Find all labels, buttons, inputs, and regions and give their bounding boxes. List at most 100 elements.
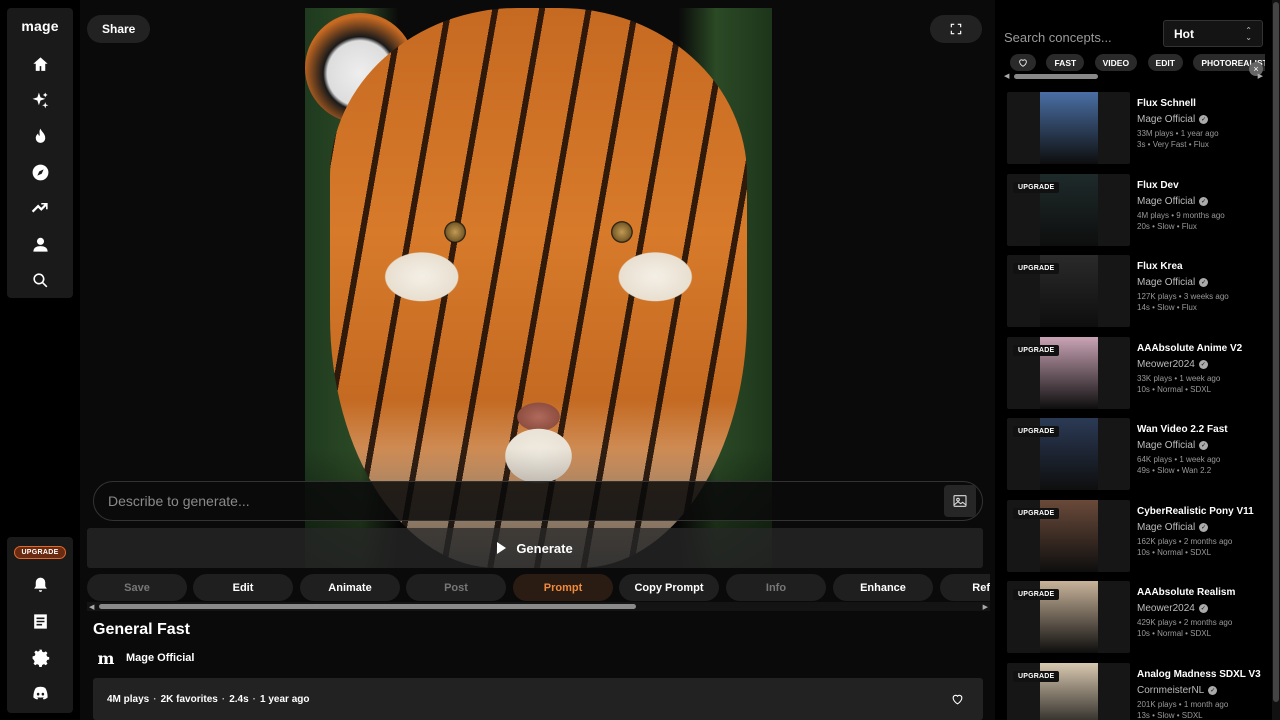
model-plays: 201K plays • 1 month ago (1137, 699, 1229, 709)
enhance-button[interactable]: Enhance (833, 574, 933, 601)
model-thumbnail[interactable]: UPGRADE (1007, 336, 1130, 409)
model-thumbnail[interactable]: UPGRADE (1007, 581, 1130, 653)
model-thumbnail[interactable]: UPGRADE (1007, 662, 1130, 720)
creator-row[interactable]: m Mage Official (96, 648, 195, 668)
sort-value: Hot (1174, 26, 1194, 41)
page-scrollbar[interactable] (1272, 0, 1280, 720)
info-button[interactable]: Info (726, 574, 826, 601)
chip-video[interactable]: VIDEO (1094, 54, 1138, 71)
model-author[interactable]: Mage Official (1137, 440, 1195, 451)
home-icon[interactable] (24, 48, 56, 80)
action-row: Save Edit Animate Post Prompt Copy Promp… (87, 574, 990, 602)
model-title[interactable]: AAAbsolute Anime V2 (1137, 343, 1272, 354)
scroll-left-arrow[interactable]: ◀ (89, 603, 94, 611)
upgrade-badge[interactable]: UPGRADE (14, 546, 66, 559)
model-meta: 13s • Slow • SDXL (1137, 710, 1203, 720)
concepts-panel: Hot ⌃⌄ FAST VIDEO EDIT PHOTOREALISTIC × … (995, 0, 1280, 720)
discord-icon[interactable] (24, 677, 56, 709)
model-thumbnail[interactable] (1007, 92, 1130, 164)
model-card[interactable]: UPGRADE AAAbsolute Anime V2 Meower2024 ✓ 33K… (1007, 336, 1272, 409)
model-card[interactable]: Flux Schnell Mage Official ✓ 33M plays • 1 … (1007, 92, 1269, 164)
document-icon[interactable] (24, 605, 56, 637)
model-meta: 14s • Slow • Flux (1137, 303, 1197, 312)
creator-logo: m (97, 648, 115, 668)
model-author[interactable]: CornmeisterNL (1137, 685, 1204, 696)
model-card[interactable]: UPGRADE Analog Madness SDXL V3 Cornmeister… (1007, 662, 1272, 720)
bell-icon[interactable] (24, 569, 56, 601)
model-author[interactable]: Mage Official (1137, 114, 1195, 125)
model-author[interactable]: Mage Official (1137, 196, 1195, 207)
chip-fast[interactable]: FAST (1046, 54, 1085, 71)
verified-icon: ✓ (1198, 359, 1208, 369)
model-card[interactable]: UPGRADE Wan Video 2.2 Fast Mage Official ✓ 6… (1007, 418, 1269, 490)
sidebar-secondary: UPGRADE (7, 537, 73, 713)
model-title[interactable]: AAAbsolute Realism (1137, 587, 1272, 598)
trending-icon[interactable] (24, 192, 56, 224)
action-scrollbar[interactable]: ◀ ▶ (87, 602, 990, 611)
gear-icon[interactable] (24, 641, 56, 673)
verified-icon: ✓ (1199, 278, 1209, 287)
favorite-button[interactable] (945, 687, 969, 711)
upgrade-tag: UPGRADE (1013, 670, 1060, 682)
ref-button[interactable]: Ref (940, 574, 990, 601)
search-icon[interactable] (24, 264, 56, 296)
chip-edit[interactable]: EDIT (1147, 54, 1183, 71)
flame-icon[interactable] (24, 120, 56, 152)
verified-icon: ✓ (1198, 604, 1208, 613)
model-title[interactable]: Flux Dev (1137, 180, 1272, 191)
post-button[interactable]: Post (406, 574, 506, 601)
upgrade-tag: UPGRADE (1013, 426, 1060, 437)
favorites-chip[interactable] (1010, 54, 1036, 71)
generate-button[interactable]: Generate (87, 528, 983, 568)
plays-count: 4M plays (107, 693, 150, 705)
user-icon[interactable] (24, 228, 56, 260)
model-card[interactable]: UPGRADE Flux Krea Mage Official ✓ 127K plays… (1007, 255, 1269, 327)
model-plays: 127K plays • 3 weeks ago (1137, 292, 1229, 301)
model-author[interactable]: Mage Official (1137, 522, 1195, 533)
model-stats: 4M plays · 2K favorites · 2.4s · 1 year … (93, 678, 983, 720)
model-title[interactable]: Analog Madness SDXL V3 (1137, 669, 1272, 680)
favorites-count: 2K favorites (160, 693, 218, 705)
animate-button[interactable]: Animate (300, 574, 400, 601)
generate-label: Generate (516, 540, 573, 556)
model-author[interactable]: Meower2024 (1137, 603, 1195, 614)
model-title[interactable]: Wan Video 2.2 Fast (1137, 424, 1272, 435)
share-button[interactable]: Share (87, 15, 151, 43)
model-plays: 33M plays • 1 year ago (1137, 129, 1219, 138)
sparkles-icon[interactable] (24, 84, 56, 116)
fullscreen-button[interactable] (930, 15, 982, 43)
prompt-button[interactable]: Prompt (513, 574, 613, 601)
model-card[interactable]: UPGRADE AAAbsolute Realism Meower2024 ✓ 429K… (1007, 581, 1269, 653)
verified-icon: ✓ (1199, 522, 1209, 532)
image-upload-button[interactable] (944, 485, 976, 517)
model-title[interactable]: Flux Krea (1137, 261, 1272, 272)
model-meta: 10s • Normal • SDXL (1137, 547, 1212, 557)
app-logo[interactable]: mage (21, 18, 58, 34)
model-meta: 20s • Slow • Flux (1137, 221, 1197, 231)
model-title[interactable]: Flux Schnell (1137, 98, 1272, 109)
model-title[interactable]: CyberRealistic Pony V11 (1137, 506, 1272, 517)
model-author[interactable]: Meower2024 (1137, 359, 1195, 370)
prompt-input[interactable] (108, 493, 944, 509)
save-button[interactable]: Save (87, 574, 187, 601)
verified-icon: ✓ (1208, 685, 1218, 695)
sort-select[interactable]: Hot ⌃ ⌄ (1163, 20, 1263, 47)
copy-prompt-button[interactable]: Copy Prompt (619, 574, 719, 601)
model-thumbnail[interactable]: UPGRADE (1007, 418, 1130, 490)
upgrade-tag: UPGRADE (1013, 589, 1060, 600)
edit-button[interactable]: Edit (193, 574, 293, 601)
creator-name[interactable]: Mage Official (126, 652, 194, 664)
model-thumbnail[interactable]: UPGRADE (1007, 499, 1130, 572)
scroll-right-arrow[interactable]: ▶ (983, 603, 988, 611)
search-concepts-input[interactable] (1004, 26, 1154, 48)
model-card[interactable]: UPGRADE Flux Dev Mage Official ✓ 4M plays • … (1007, 173, 1272, 246)
model-author[interactable]: Mage Official (1137, 277, 1195, 288)
compass-icon[interactable] (24, 156, 56, 188)
model-plays: 429K plays • 2 months ago (1137, 618, 1233, 627)
model-thumbnail[interactable]: UPGRADE (1007, 173, 1130, 246)
upgrade-tag: UPGRADE (1013, 181, 1060, 193)
chips-scrollbar[interactable]: ◀ ▶ (1004, 72, 1263, 81)
model-thumbnail[interactable]: UPGRADE (1007, 255, 1130, 327)
main-area: Share Generate Save Edit Animate Post Pr… (80, 0, 995, 720)
model-card[interactable]: UPGRADE CyberRealistic Pony V11 Mage Offic… (1007, 499, 1272, 572)
